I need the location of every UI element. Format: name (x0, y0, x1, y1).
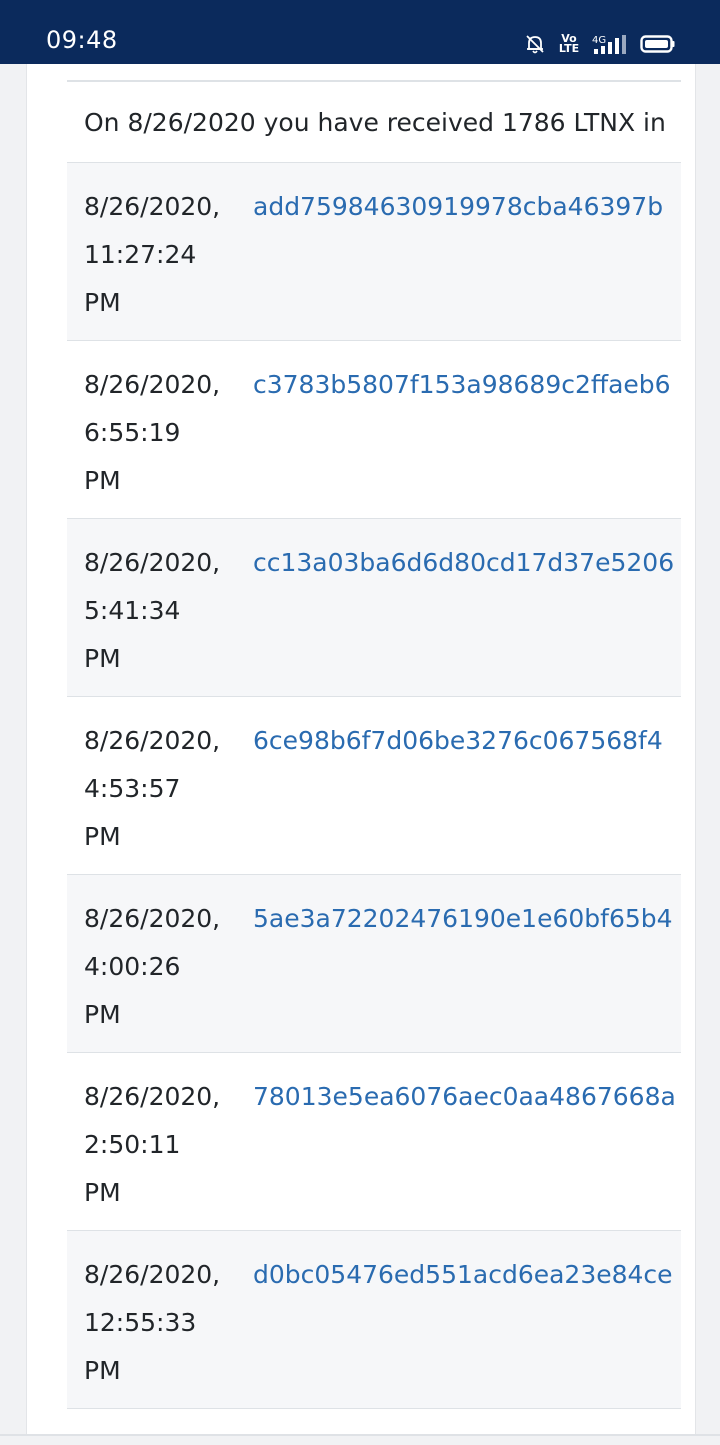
transaction-datetime: 8/26/2020, 11:27:24 PM (84, 183, 234, 327)
battery-icon (640, 33, 676, 55)
volte-icon: Vo LTE (558, 32, 580, 55)
transaction-date: 8/26/2020, (84, 1082, 221, 1111)
transaction-time: 2:50:11 (84, 1130, 181, 1159)
transaction-date: 8/26/2020, (84, 370, 221, 399)
table-row: 8/26/2020, 11:27:24 PM add75984630919978… (67, 163, 681, 341)
page-bottom-edge (0, 1434, 720, 1436)
transaction-ampm: PM (84, 288, 121, 317)
transaction-ampm: PM (84, 822, 121, 851)
table-row: 8/26/2020, 2:50:11 PM 78013e5ea6076aec0a… (67, 1053, 681, 1231)
transaction-ampm: PM (84, 1000, 121, 1029)
transaction-hash-link[interactable]: add75984630919978cba46397b (253, 183, 663, 231)
transaction-ampm: PM (84, 1356, 121, 1385)
mute-bell-icon (524, 33, 546, 55)
transactions-table[interactable]: On 8/26/2020 you have received 1786 LTNX… (67, 80, 681, 1430)
transaction-hash-link[interactable]: 6ce98b6f7d06be3276c067568f4 (253, 717, 663, 765)
transaction-time: 4:53:57 (84, 774, 181, 803)
transaction-datetime: 8/26/2020, 12:55:33 PM (84, 1251, 234, 1395)
table-row: 8/26/2020, 4:53:57 PM 6ce98b6f7d06be3276… (67, 697, 681, 875)
transaction-date: 8/26/2020, (84, 192, 221, 221)
transaction-list: 8/26/2020, 11:27:24 PM add75984630919978… (67, 163, 681, 1409)
status-bar: 09:48 Vo LTE 4G (0, 0, 720, 64)
transaction-hash-link[interactable]: 78013e5ea6076aec0aa4867668a (253, 1073, 676, 1121)
transactions-card: On 8/26/2020 you have received 1786 LTNX… (26, 64, 696, 1436)
transaction-time: 4:00:26 (84, 952, 181, 981)
table-row: 8/26/2020, 5:41:34 PM cc13a03ba6d6d80cd1… (67, 519, 681, 697)
transaction-hash-link[interactable]: d0bc05476ed551acd6ea23e84ce (253, 1251, 673, 1299)
transaction-datetime: 8/26/2020, 6:55:19 PM (84, 361, 234, 505)
transaction-time: 6:55:19 (84, 418, 181, 447)
network-label: 4G (592, 35, 606, 46)
table-row: 8/26/2020, 4:00:26 PM 5ae3a72202476190e1… (67, 875, 681, 1053)
transaction-ampm: PM (84, 466, 121, 495)
transaction-datetime: 8/26/2020, 5:41:34 PM (84, 539, 234, 683)
transaction-date: 8/26/2020, (84, 1260, 221, 1289)
transaction-time: 11:27:24 (84, 240, 197, 269)
transaction-time: 12:55:33 (84, 1308, 197, 1337)
transaction-datetime: 8/26/2020, 2:50:11 PM (84, 1073, 234, 1217)
transaction-ampm: PM (84, 1178, 121, 1207)
transaction-hash-link[interactable]: cc13a03ba6d6d80cd17d37e5206 (253, 539, 674, 587)
transaction-hash-link[interactable]: c3783b5807f153a98689c2ffaeb6 (253, 361, 671, 409)
status-icons: Vo LTE 4G (524, 30, 676, 58)
summary-text: On 8/26/2020 you have received 1786 LTNX… (84, 108, 666, 137)
4g-signal-icon: 4G (592, 33, 630, 55)
status-time: 09:48 (46, 26, 118, 54)
table-row: 8/26/2020, 6:55:19 PM c3783b5807f153a986… (67, 341, 681, 519)
transaction-time: 5:41:34 (84, 596, 181, 625)
transaction-date: 8/26/2020, (84, 726, 221, 755)
table-row: 8/26/2020, 12:55:33 PM d0bc05476ed551acd… (67, 1231, 681, 1409)
transaction-datetime: 8/26/2020, 4:00:26 PM (84, 895, 234, 1039)
transaction-datetime: 8/26/2020, 4:53:57 PM (84, 717, 234, 861)
transaction-ampm: PM (84, 644, 121, 673)
transaction-date: 8/26/2020, (84, 548, 221, 577)
transaction-date: 8/26/2020, (84, 904, 221, 933)
transaction-hash-link[interactable]: 5ae3a72202476190e1e60bf65b4 (253, 895, 673, 943)
summary-row: On 8/26/2020 you have received 1786 LTNX… (67, 82, 681, 162)
